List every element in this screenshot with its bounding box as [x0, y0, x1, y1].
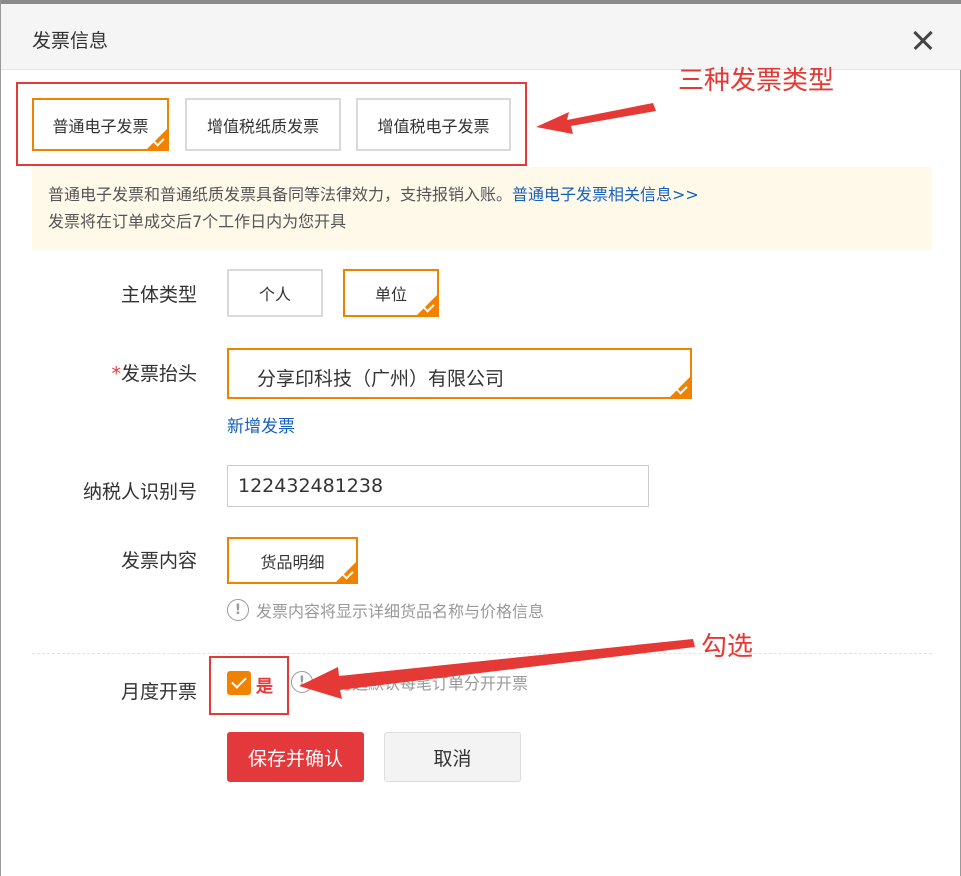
monthly-hint-text: 不勾选默认每笔订单分开开票 — [320, 674, 529, 693]
monthly-hint: ! 不勾选默认每笔订单分开开票 — [291, 670, 528, 694]
monthly-invoice-label: 月度开票 — [120, 681, 197, 703]
info-icon: ! — [291, 671, 313, 693]
annotation-text-check: 勾选 — [701, 632, 754, 662]
info-icon: ! — [227, 599, 249, 621]
taxpayer-id-label: 纳税人识别号 — [82, 481, 197, 503]
content-hint: ! 发票内容将显示详细货品名称与价格信息 — [227, 598, 544, 622]
cancel-button[interactable]: 取消 — [384, 732, 521, 782]
invoice-notice: 普通电子发票和普通纸质发票具备同等法律效力，支持报销入账。普通电子发票相关信息>… — [32, 167, 932, 250]
annotation-text-types: 三种发票类型 — [678, 66, 835, 96]
invoice-title-select[interactable]: 分享印科技（广州）有限公司 — [227, 348, 692, 399]
close-icon[interactable] — [905, 22, 941, 58]
subject-type-label: 主体类型 — [120, 284, 197, 306]
add-invoice-link[interactable]: 新增发票 — [227, 412, 295, 437]
taxpayer-id-input[interactable] — [227, 465, 649, 507]
invoice-dialog: 发票信息 普通电子发票 增值税纸质发票 增值税电子发票 普通电子发票和普通纸质发… — [0, 0, 961, 876]
save-confirm-button[interactable]: 保存并确认 — [227, 732, 364, 782]
subject-company-option[interactable]: 单位 — [343, 269, 439, 317]
notice-issue-time: 发票将在订单成交后7个工作日内为您开具 — [48, 212, 347, 231]
content-goods-detail-option[interactable]: 货品明细 — [227, 537, 358, 584]
divider — [32, 653, 932, 654]
notice-text: 普通电子发票和普通纸质发票具备同等法律效力，支持报销入账。 — [48, 185, 513, 204]
subject-personal-option[interactable]: 个人 — [227, 269, 323, 317]
annotation-box-invoice-types — [16, 82, 527, 166]
invoice-content-label: 发票内容 — [120, 550, 197, 572]
dialog-title: 发票信息 — [32, 30, 109, 52]
notice-info-link[interactable]: 普通电子发票相关信息>> — [512, 185, 699, 204]
arrow-invoice-types — [536, 103, 656, 134]
invoice-title-label-text: 发票抬头 — [120, 363, 197, 385]
annotation-box-monthly-checkbox — [209, 656, 289, 715]
content-hint-text: 发票内容将显示详细货品名称与价格信息 — [256, 602, 545, 621]
invoice-title-label: *发票抬头 — [1, 359, 197, 386]
required-mark: * — [111, 363, 121, 385]
